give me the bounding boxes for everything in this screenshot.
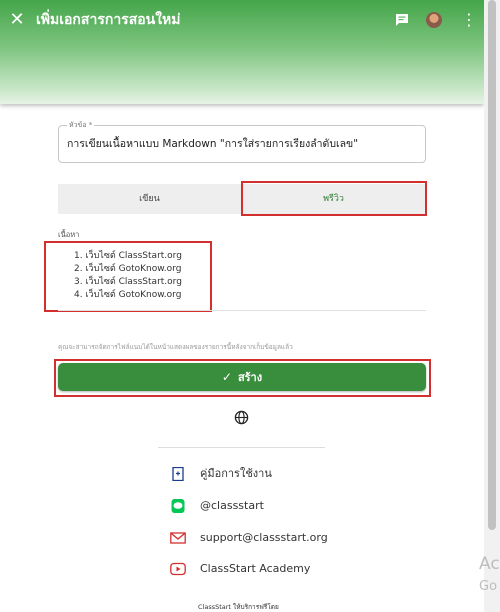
link-label: @classstart xyxy=(200,499,264,512)
create-button-highlight xyxy=(54,359,431,397)
avatar[interactable] xyxy=(426,12,442,28)
book-icon xyxy=(172,467,184,481)
title-field-label: หัวข้อ * xyxy=(67,120,95,130)
tab-write[interactable]: เขียน xyxy=(58,184,241,214)
feedback-icon[interactable] xyxy=(394,12,410,28)
link-label: support@classstart.org xyxy=(200,531,328,544)
preview-list-highlight xyxy=(44,241,212,312)
divider xyxy=(58,310,426,311)
page-title: เพิ่มเอกสารการสอนใหม่ xyxy=(36,12,181,28)
link-label: ClassStart Academy xyxy=(200,562,311,575)
preview-tab-highlight xyxy=(241,181,427,216)
content-label: เนื้อหา xyxy=(58,230,80,239)
youtube-icon xyxy=(170,562,186,576)
title-input[interactable] xyxy=(67,135,415,151)
title-field[interactable]: หัวข้อ * xyxy=(58,120,426,163)
watermark-line-2: Go xyxy=(479,579,498,594)
more-vert-icon[interactable]: ⋮ xyxy=(461,10,477,30)
app-bar: ✕ เพิ่มเอกสารการสอนใหม่ ⋮ xyxy=(0,0,484,104)
link-label: คู่มือการใช้งาน xyxy=(200,467,272,480)
footer-text: ClassStart ให้บริการฟรีโดย xyxy=(198,603,279,611)
links-divider xyxy=(158,447,325,448)
scrollbar-thumb[interactable] xyxy=(488,0,496,530)
globe-icon[interactable] xyxy=(234,410,249,425)
mail-icon xyxy=(170,532,186,544)
line-icon xyxy=(171,499,185,513)
watermark-line-1: Ac xyxy=(479,554,500,574)
scrollbar[interactable] xyxy=(484,0,500,612)
close-icon[interactable]: ✕ xyxy=(8,10,26,30)
attachment-hint: คุณจะสามารถจัดการไฟล์แนบได้ในหน้าแสดงผลข… xyxy=(58,343,293,351)
